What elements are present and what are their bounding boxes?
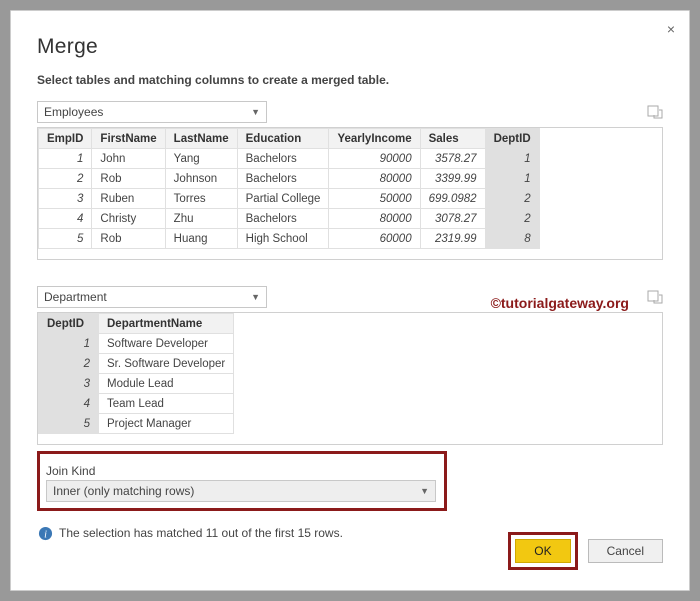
- secondary-table-selected: Department: [44, 290, 107, 304]
- primary-table[interactable]: EmpID FirstName LastName Education Yearl…: [37, 127, 663, 260]
- info-icon: i: [37, 525, 53, 541]
- chevron-down-icon: ▼: [251, 107, 260, 117]
- ok-button-highlight: OK: [508, 532, 577, 570]
- col-education[interactable]: Education: [237, 129, 329, 149]
- chevron-down-icon: ▼: [420, 486, 429, 496]
- expand-table-icon[interactable]: [647, 104, 663, 120]
- match-status-text: The selection has matched 11 out of the …: [59, 526, 343, 540]
- table-row[interactable]: 2 Rob Johnson Bachelors 80000 3399.99 1: [39, 169, 540, 189]
- ok-button[interactable]: OK: [515, 539, 570, 563]
- table-row[interactable]: 4 Team Lead: [39, 394, 234, 414]
- table-row[interactable]: 1 John Yang Bachelors 90000 3578.27 1: [39, 149, 540, 169]
- col-yearlyincome[interactable]: YearlyIncome: [329, 129, 420, 149]
- col-departmentname[interactable]: DepartmentName: [99, 314, 234, 334]
- watermark-text: ©tutorialgateway.org: [491, 295, 629, 311]
- table-row[interactable]: 3 Ruben Torres Partial College 50000 699…: [39, 189, 540, 209]
- col-sales[interactable]: Sales: [420, 129, 485, 149]
- secondary-table-dropdown[interactable]: Department ▼: [37, 286, 267, 308]
- join-kind-highlight: Join Kind Inner (only matching rows) ▼: [37, 451, 447, 511]
- col-lastname[interactable]: LastName: [165, 129, 237, 149]
- col-empid[interactable]: EmpID: [39, 129, 92, 149]
- table-row[interactable]: 3 Module Lead: [39, 374, 234, 394]
- dialog-subtitle: Select tables and matching columns to cr…: [37, 73, 663, 87]
- table-row[interactable]: 4 Christy Zhu Bachelors 80000 3078.27 2: [39, 209, 540, 229]
- join-kind-label: Join Kind: [46, 464, 438, 478]
- table-row[interactable]: 1 Software Developer: [39, 334, 234, 354]
- join-kind-selected: Inner (only matching rows): [53, 484, 194, 498]
- col-deptid[interactable]: DeptID: [39, 314, 99, 334]
- table-header-row: EmpID FirstName LastName Education Yearl…: [39, 129, 540, 149]
- table-row[interactable]: 5 Project Manager: [39, 414, 234, 434]
- primary-table-selected: Employees: [44, 105, 103, 119]
- expand-table-icon[interactable]: [647, 289, 663, 305]
- col-deptid[interactable]: DeptID: [485, 129, 539, 149]
- close-icon[interactable]: ×: [667, 21, 675, 37]
- dialog-title: Merge: [37, 35, 663, 59]
- primary-table-dropdown[interactable]: Employees ▼: [37, 101, 267, 123]
- chevron-down-icon: ▼: [251, 292, 260, 302]
- cancel-button[interactable]: Cancel: [588, 539, 663, 563]
- table-row[interactable]: 5 Rob Huang High School 60000 2319.99 8: [39, 229, 540, 249]
- secondary-table[interactable]: DeptID DepartmentName 1 Software Develop…: [37, 312, 663, 445]
- svg-text:i: i: [44, 529, 47, 540]
- col-firstname[interactable]: FirstName: [92, 129, 165, 149]
- table-header-row: DeptID DepartmentName: [39, 314, 234, 334]
- table-row[interactable]: 2 Sr. Software Developer: [39, 354, 234, 374]
- join-kind-dropdown[interactable]: Inner (only matching rows) ▼: [46, 480, 436, 502]
- merge-dialog: × Merge Select tables and matching colum…: [10, 10, 690, 591]
